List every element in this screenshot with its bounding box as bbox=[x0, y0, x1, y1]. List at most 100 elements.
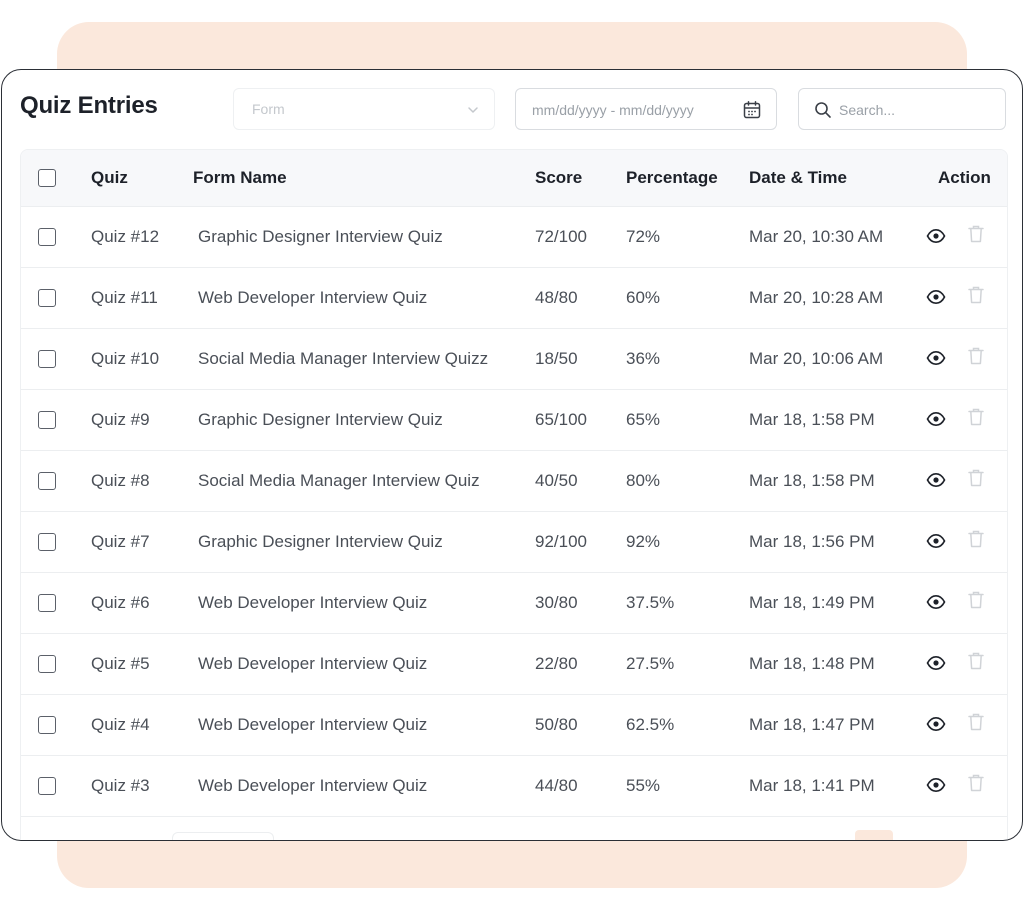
percentage-cell: 62.5% bbox=[626, 715, 675, 734]
date-time-cell: Mar 18, 1:58 PM bbox=[749, 410, 875, 429]
column-header-score[interactable]: Score bbox=[535, 150, 582, 206]
action-cell bbox=[923, 634, 1005, 694]
score-cell: 40/50 bbox=[535, 471, 578, 490]
table-row[interactable]: Quiz #12 Graphic Designer Interview Quiz 7… bbox=[21, 207, 1007, 268]
table-row[interactable]: Quiz #9 Graphic Designer Interview Quiz 65… bbox=[21, 390, 1007, 451]
calendar-icon[interactable] bbox=[742, 100, 762, 125]
form-name-cell: Graphic Designer Interview Quiz bbox=[198, 410, 443, 429]
form-name-cell: Graphic Designer Interview Quiz bbox=[198, 532, 443, 551]
pagination-control[interactable] bbox=[172, 832, 274, 840]
eye-icon[interactable] bbox=[926, 348, 946, 373]
row-checkbox[interactable] bbox=[38, 350, 56, 368]
action-cell bbox=[923, 451, 1005, 511]
score-cell: 44/80 bbox=[535, 776, 578, 795]
row-checkbox[interactable] bbox=[38, 777, 56, 795]
score-cell: 65/100 bbox=[535, 410, 587, 429]
score-cell: 30/80 bbox=[535, 593, 578, 612]
date-time-cell: Mar 18, 1:58 PM bbox=[749, 471, 875, 490]
action-cell bbox=[923, 207, 1005, 267]
table-row[interactable]: Quiz #11 Web Developer Interview Quiz 48/8… bbox=[21, 268, 1007, 329]
action-cell bbox=[923, 329, 1005, 389]
percentage-cell: 60% bbox=[626, 288, 661, 307]
form-name-cell: Social Media Manager Interview Quizz bbox=[198, 349, 489, 368]
pagination-active-page[interactable] bbox=[855, 830, 893, 840]
percentage-cell: 72% bbox=[626, 227, 661, 246]
date-range-input[interactable] bbox=[532, 100, 732, 120]
date-time-cell: Mar 18, 1:47 PM bbox=[749, 715, 875, 734]
column-header-form-name[interactable]: Form Name bbox=[193, 150, 287, 206]
date-time-cell: Mar 18, 1:49 PM bbox=[749, 593, 875, 612]
eye-icon[interactable] bbox=[926, 653, 946, 678]
table-row[interactable]: Quiz #3 Web Developer Interview Quiz 44/80… bbox=[21, 756, 1007, 817]
percentage-cell: 65% bbox=[626, 410, 661, 429]
date-range-field[interactable] bbox=[515, 88, 777, 130]
action-cell bbox=[923, 695, 1005, 755]
eye-icon[interactable] bbox=[926, 531, 946, 556]
column-header-percentage[interactable]: Percentage bbox=[626, 150, 718, 206]
quiz-id-cell: Quiz #12 bbox=[91, 227, 160, 246]
eye-icon[interactable] bbox=[926, 409, 946, 434]
row-checkbox[interactable] bbox=[38, 716, 56, 734]
row-checkbox[interactable] bbox=[38, 289, 56, 307]
table-header-row: Quiz Form Name Score Percentage Date & T… bbox=[21, 150, 1007, 207]
date-time-cell: Mar 20, 10:30 AM bbox=[749, 227, 884, 246]
quiz-id-cell: Quiz #6 bbox=[91, 593, 150, 612]
percentage-cell: 36% bbox=[626, 349, 661, 368]
page-title: Quiz Entries bbox=[20, 92, 158, 119]
eye-icon[interactable] bbox=[926, 592, 946, 617]
trash-icon[interactable] bbox=[967, 468, 985, 493]
trash-icon[interactable] bbox=[967, 773, 985, 798]
search-input[interactable] bbox=[839, 100, 989, 120]
date-time-cell: Mar 18, 1:48 PM bbox=[749, 654, 875, 673]
row-checkbox[interactable] bbox=[38, 533, 56, 551]
trash-icon[interactable] bbox=[967, 224, 985, 249]
trash-icon[interactable] bbox=[967, 529, 985, 554]
trash-icon[interactable] bbox=[967, 285, 985, 310]
action-cell bbox=[923, 390, 1005, 450]
action-cell bbox=[923, 512, 1005, 572]
eye-icon[interactable] bbox=[926, 470, 946, 495]
row-checkbox[interactable] bbox=[38, 594, 56, 612]
form-name-cell: Social Media Manager Interview Quiz bbox=[198, 471, 480, 490]
trash-icon[interactable] bbox=[967, 651, 985, 676]
eye-icon[interactable] bbox=[926, 714, 946, 739]
eye-icon[interactable] bbox=[926, 775, 946, 800]
quiz-id-cell: Quiz #8 bbox=[91, 471, 150, 490]
trash-icon[interactable] bbox=[967, 407, 985, 432]
form-name-cell: Web Developer Interview Quiz bbox=[198, 776, 428, 795]
row-checkbox[interactable] bbox=[38, 472, 56, 490]
table-row[interactable]: Quiz #10 Social Media Manager Interview Q… bbox=[21, 329, 1007, 390]
table-row[interactable]: Quiz #8 Social Media Manager Interview Qu… bbox=[21, 451, 1007, 512]
trash-icon[interactable] bbox=[967, 712, 985, 737]
form-name-cell: Web Developer Interview Quiz bbox=[198, 288, 428, 307]
form-name-cell: Web Developer Interview Quiz bbox=[198, 654, 428, 673]
eye-icon[interactable] bbox=[926, 226, 946, 251]
column-header-date-time[interactable]: Date & Time bbox=[749, 150, 847, 206]
date-time-cell: Mar 20, 10:28 AM bbox=[749, 288, 884, 307]
row-checkbox[interactable] bbox=[38, 228, 56, 246]
form-name-cell: Web Developer Interview Quiz bbox=[198, 593, 428, 612]
table-row[interactable]: Quiz #4 Web Developer Interview Quiz 50/80… bbox=[21, 695, 1007, 756]
quiz-id-cell: Quiz #7 bbox=[91, 532, 150, 551]
search-icon bbox=[814, 101, 832, 124]
trash-icon[interactable] bbox=[967, 590, 985, 615]
quiz-id-cell: Quiz #11 bbox=[91, 288, 158, 307]
trash-icon[interactable] bbox=[967, 346, 985, 371]
quiz-entries-table: Quiz Form Name Score Percentage Date & T… bbox=[20, 149, 1008, 840]
search-field[interactable] bbox=[798, 88, 1006, 130]
row-checkbox[interactable] bbox=[38, 655, 56, 673]
table-row[interactable]: Quiz #5 Web Developer Interview Quiz 22/80… bbox=[21, 634, 1007, 695]
table-row[interactable]: Quiz #6 Web Developer Interview Quiz 30/80… bbox=[21, 573, 1007, 634]
row-checkbox[interactable] bbox=[38, 411, 56, 429]
table-row[interactable]: Quiz #7 Graphic Designer Interview Quiz 92… bbox=[21, 512, 1007, 573]
action-cell bbox=[923, 573, 1005, 633]
form-filter-select[interactable]: Form bbox=[233, 88, 495, 130]
eye-icon[interactable] bbox=[926, 287, 946, 312]
form-filter-value: Form bbox=[252, 101, 285, 117]
quiz-id-cell: Quiz #9 bbox=[91, 410, 150, 429]
score-cell: 50/80 bbox=[535, 715, 578, 734]
column-header-quiz[interactable]: Quiz bbox=[91, 150, 128, 206]
score-cell: 92/100 bbox=[535, 532, 587, 551]
select-all-checkbox[interactable] bbox=[38, 169, 56, 187]
percentage-cell: 80% bbox=[626, 471, 661, 490]
